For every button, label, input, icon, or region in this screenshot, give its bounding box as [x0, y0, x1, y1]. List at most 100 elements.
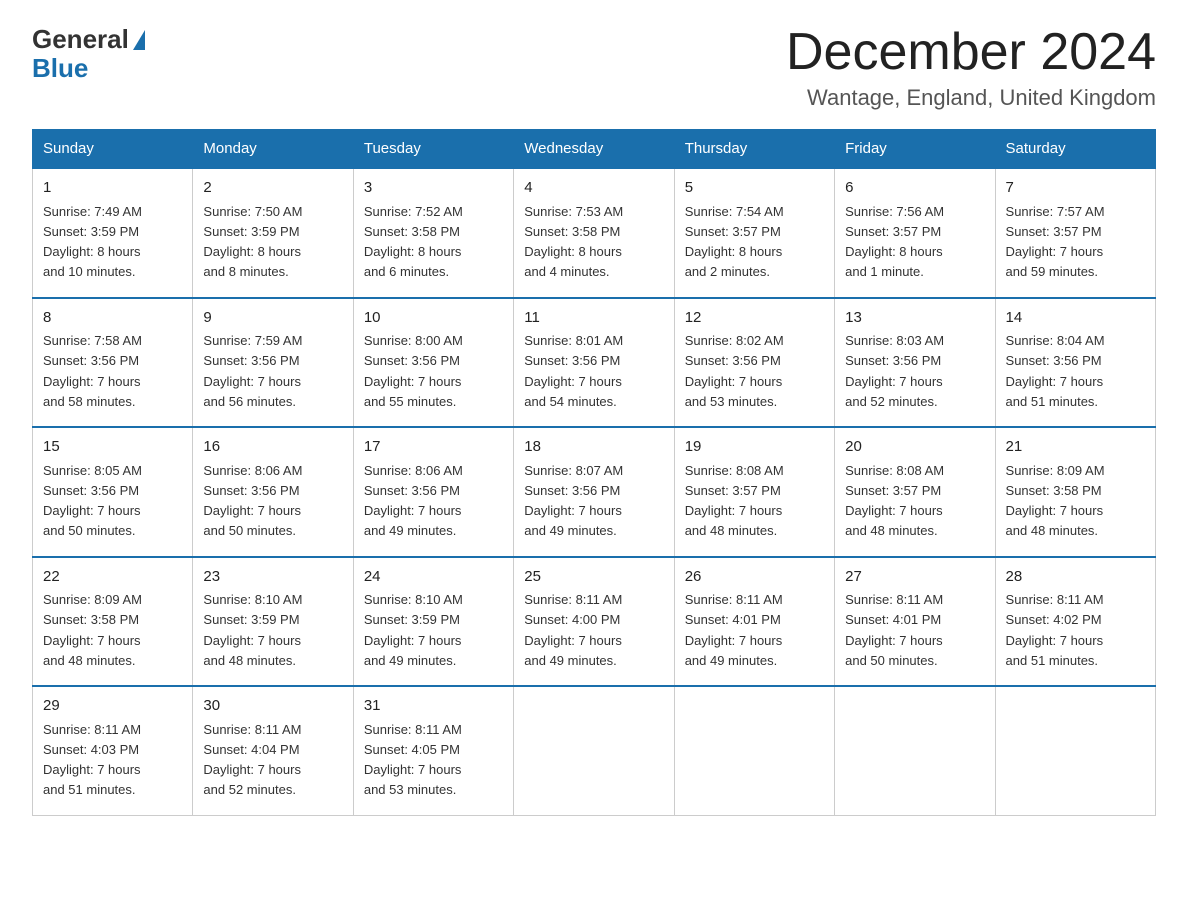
- day-number: 22: [43, 566, 182, 589]
- logo-triangle-icon: [133, 30, 145, 50]
- day-info: Sunrise: 7:54 AM Sunset: 3:57 PM Dayligh…: [685, 204, 784, 280]
- day-number: 5: [685, 177, 824, 200]
- day-cell: 6Sunrise: 7:56 AM Sunset: 3:57 PM Daylig…: [835, 168, 995, 298]
- day-cell: [674, 686, 834, 815]
- week-row-1: 1 Sunrise: 7:49 AM Sunset: 3:59 PM Daylig…: [33, 168, 1156, 298]
- day-info: Sunrise: 8:04 AM Sunset: 3:56 PM Dayligh…: [1006, 333, 1105, 409]
- day-cell: 15 Sunrise: 8:05 AM Sunset: 3:56 PM Dayli…: [33, 427, 193, 557]
- day-cell: 23 Sunrise: 8:10 AM Sunset: 3:59 PM Dayli…: [193, 557, 353, 687]
- day-number: 7: [1006, 177, 1145, 200]
- day-info: Sunrise: 8:11 AM Sunset: 4:04 PM Dayligh…: [203, 722, 301, 798]
- day-cell: 8Sunrise: 7:58 AM Sunset: 3:56 PM Daylig…: [33, 298, 193, 428]
- column-header-tuesday: Tuesday: [353, 130, 513, 169]
- day-number: 31: [364, 695, 503, 718]
- day-cell: 13Sunrise: 8:03 AM Sunset: 3:56 PM Dayli…: [835, 298, 995, 428]
- day-number: 4: [524, 177, 663, 200]
- column-header-sunday: Sunday: [33, 130, 193, 169]
- day-number: 17: [364, 436, 503, 459]
- day-number: 16: [203, 436, 342, 459]
- day-info: Sunrise: 8:08 AM Sunset: 3:57 PM Dayligh…: [845, 463, 944, 539]
- day-number: 14: [1006, 307, 1145, 330]
- day-number: 18: [524, 436, 663, 459]
- day-number: 3: [364, 177, 503, 200]
- day-number: 27: [845, 566, 984, 589]
- day-cell: [514, 686, 674, 815]
- day-cell: 26Sunrise: 8:11 AM Sunset: 4:01 PM Dayli…: [674, 557, 834, 687]
- day-number: 30: [203, 695, 342, 718]
- day-number: 10: [364, 307, 503, 330]
- day-info: Sunrise: 8:09 AM Sunset: 3:58 PM Dayligh…: [1006, 463, 1105, 539]
- day-number: 12: [685, 307, 824, 330]
- day-number: 21: [1006, 436, 1145, 459]
- month-title: December 2024: [786, 24, 1156, 81]
- column-header-friday: Friday: [835, 130, 995, 169]
- day-cell: 9 Sunrise: 7:59 AM Sunset: 3:56 PM Daylig…: [193, 298, 353, 428]
- day-info: Sunrise: 8:06 AM Sunset: 3:56 PM Dayligh…: [203, 463, 302, 539]
- day-cell: 28Sunrise: 8:11 AM Sunset: 4:02 PM Dayli…: [995, 557, 1155, 687]
- day-cell: 25 Sunrise: 8:11 AM Sunset: 4:00 PM Dayli…: [514, 557, 674, 687]
- day-cell: [835, 686, 995, 815]
- day-cell: 1 Sunrise: 7:49 AM Sunset: 3:59 PM Daylig…: [33, 168, 193, 298]
- day-cell: 17 Sunrise: 8:06 AM Sunset: 3:56 PM Dayli…: [353, 427, 513, 557]
- day-info: Sunrise: 8:03 AM Sunset: 3:56 PM Dayligh…: [845, 333, 944, 409]
- day-info: Sunrise: 8:01 AM Sunset: 3:56 PM Dayligh…: [524, 333, 623, 409]
- day-number: 29: [43, 695, 182, 718]
- day-cell: [995, 686, 1155, 815]
- calendar-table: SundayMondayTuesdayWednesdayThursdayFrid…: [32, 129, 1156, 816]
- week-row-4: 22 Sunrise: 8:09 AM Sunset: 3:58 PM Dayli…: [33, 557, 1156, 687]
- day-cell: 16 Sunrise: 8:06 AM Sunset: 3:56 PM Dayli…: [193, 427, 353, 557]
- day-number: 24: [364, 566, 503, 589]
- day-cell: 24 Sunrise: 8:10 AM Sunset: 3:59 PM Dayli…: [353, 557, 513, 687]
- day-number: 23: [203, 566, 342, 589]
- day-number: 28: [1006, 566, 1145, 589]
- day-cell: 12Sunrise: 8:02 AM Sunset: 3:56 PM Dayli…: [674, 298, 834, 428]
- day-cell: 27 Sunrise: 8:11 AM Sunset: 4:01 PM Dayli…: [835, 557, 995, 687]
- column-header-monday: Monday: [193, 130, 353, 169]
- day-cell: 22 Sunrise: 8:09 AM Sunset: 3:58 PM Dayli…: [33, 557, 193, 687]
- day-cell: 18 Sunrise: 8:07 AM Sunset: 3:56 PM Dayli…: [514, 427, 674, 557]
- day-info: Sunrise: 7:59 AM Sunset: 3:56 PM Dayligh…: [203, 333, 302, 409]
- location: Wantage, England, United Kingdom: [786, 85, 1156, 111]
- day-info: Sunrise: 8:11 AM Sunset: 4:01 PM Dayligh…: [845, 592, 943, 668]
- day-info: Sunrise: 8:07 AM Sunset: 3:56 PM Dayligh…: [524, 463, 623, 539]
- week-row-2: 8Sunrise: 7:58 AM Sunset: 3:56 PM Daylig…: [33, 298, 1156, 428]
- day-cell: 11 Sunrise: 8:01 AM Sunset: 3:56 PM Dayli…: [514, 298, 674, 428]
- day-info: Sunrise: 8:06 AM Sunset: 3:56 PM Dayligh…: [364, 463, 463, 539]
- day-cell: 7Sunrise: 7:57 AM Sunset: 3:57 PM Daylig…: [995, 168, 1155, 298]
- column-header-saturday: Saturday: [995, 130, 1155, 169]
- day-cell: 31 Sunrise: 8:11 AM Sunset: 4:05 PM Dayli…: [353, 686, 513, 815]
- day-info: Sunrise: 8:10 AM Sunset: 3:59 PM Dayligh…: [203, 592, 302, 668]
- day-info: Sunrise: 8:11 AM Sunset: 4:00 PM Dayligh…: [524, 592, 622, 668]
- day-info: Sunrise: 7:58 AM Sunset: 3:56 PM Dayligh…: [43, 333, 142, 409]
- logo-general-text: General: [32, 24, 129, 55]
- day-info: Sunrise: 8:10 AM Sunset: 3:59 PM Dayligh…: [364, 592, 463, 668]
- column-header-wednesday: Wednesday: [514, 130, 674, 169]
- day-cell: 21 Sunrise: 8:09 AM Sunset: 3:58 PM Dayli…: [995, 427, 1155, 557]
- day-info: Sunrise: 8:09 AM Sunset: 3:58 PM Dayligh…: [43, 592, 142, 668]
- day-number: 25: [524, 566, 663, 589]
- day-number: 20: [845, 436, 984, 459]
- day-number: 19: [685, 436, 824, 459]
- day-cell: 5 Sunrise: 7:54 AM Sunset: 3:57 PM Daylig…: [674, 168, 834, 298]
- day-number: 1: [43, 177, 182, 200]
- day-number: 2: [203, 177, 342, 200]
- day-info: Sunrise: 7:49 AM Sunset: 3:59 PM Dayligh…: [43, 204, 142, 280]
- page-header: General Blue December 2024 Wantage, Engl…: [32, 24, 1156, 111]
- day-info: Sunrise: 8:08 AM Sunset: 3:57 PM Dayligh…: [685, 463, 784, 539]
- column-header-thursday: Thursday: [674, 130, 834, 169]
- day-info: Sunrise: 7:50 AM Sunset: 3:59 PM Dayligh…: [203, 204, 302, 280]
- day-number: 9: [203, 307, 342, 330]
- day-cell: 29 Sunrise: 8:11 AM Sunset: 4:03 PM Dayli…: [33, 686, 193, 815]
- day-cell: 30 Sunrise: 8:11 AM Sunset: 4:04 PM Dayli…: [193, 686, 353, 815]
- week-row-5: 29 Sunrise: 8:11 AM Sunset: 4:03 PM Dayli…: [33, 686, 1156, 815]
- day-number: 11: [524, 307, 663, 330]
- day-info: Sunrise: 7:53 AM Sunset: 3:58 PM Dayligh…: [524, 204, 623, 280]
- logo-blue-text: Blue: [32, 53, 88, 84]
- day-number: 15: [43, 436, 182, 459]
- day-info: Sunrise: 8:11 AM Sunset: 4:03 PM Dayligh…: [43, 722, 141, 798]
- day-info: Sunrise: 8:11 AM Sunset: 4:05 PM Dayligh…: [364, 722, 462, 798]
- day-info: Sunrise: 8:05 AM Sunset: 3:56 PM Dayligh…: [43, 463, 142, 539]
- day-cell: 4 Sunrise: 7:53 AM Sunset: 3:58 PM Daylig…: [514, 168, 674, 298]
- logo: General Blue: [32, 24, 145, 84]
- day-cell: 10Sunrise: 8:00 AM Sunset: 3:56 PM Dayli…: [353, 298, 513, 428]
